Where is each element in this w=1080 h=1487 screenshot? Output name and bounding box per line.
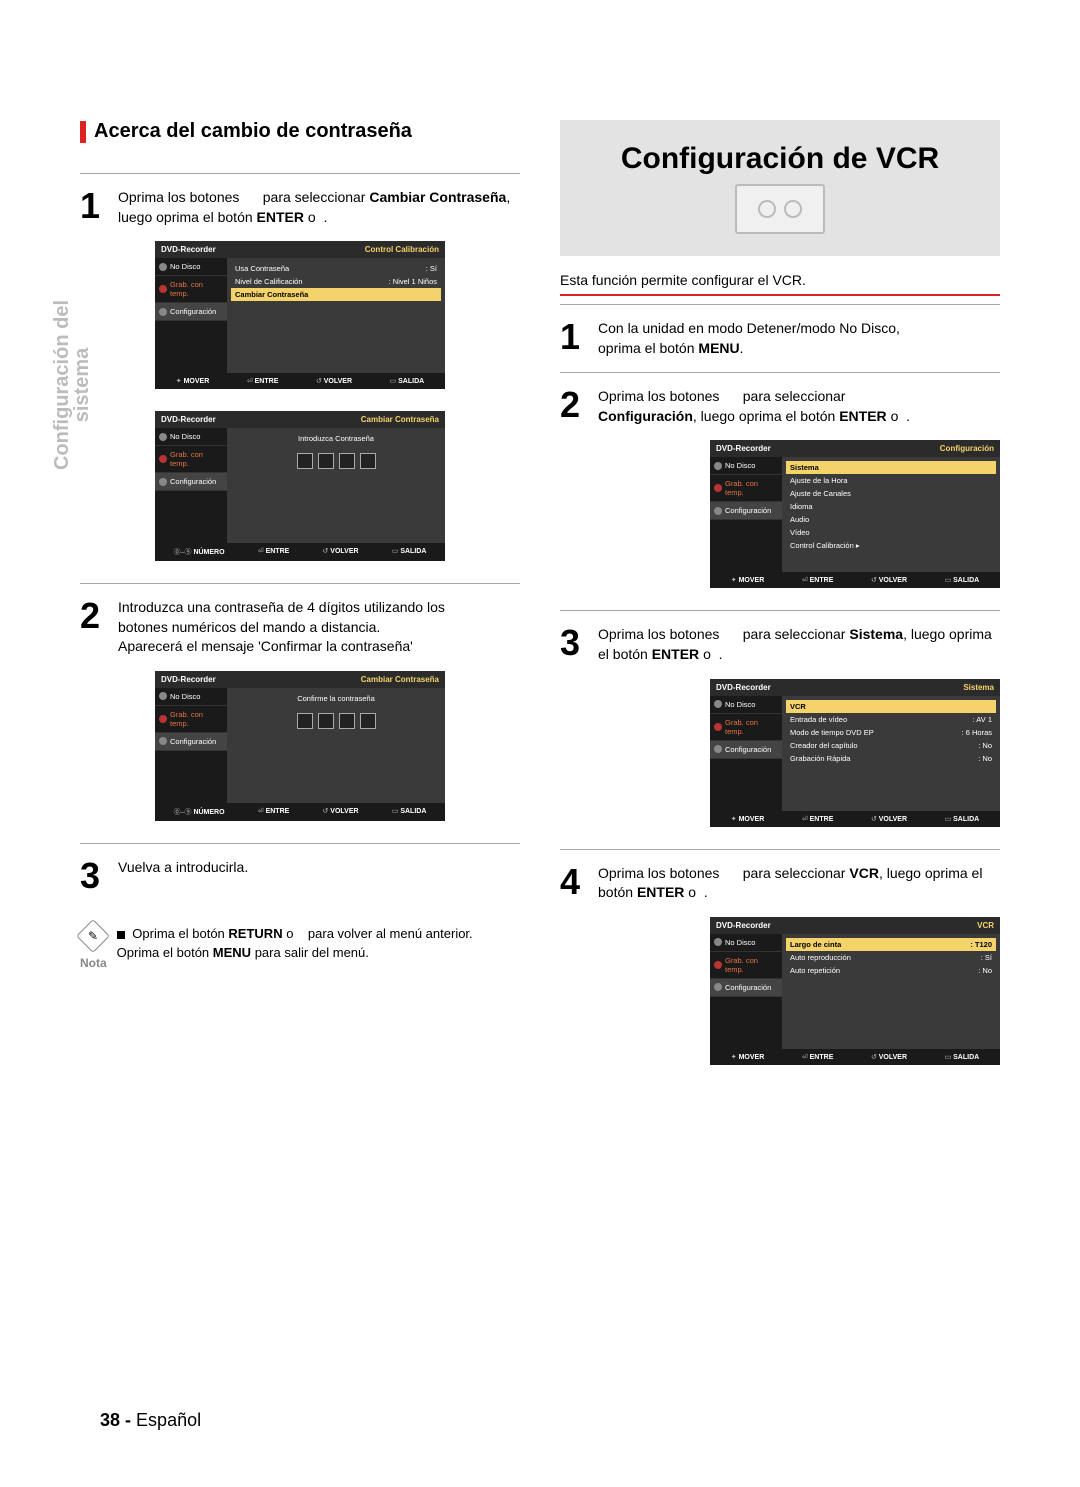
red-divider xyxy=(560,294,1000,296)
osd-screenshot-2: DVD-Recorder Cambiar Contraseña No Disco… xyxy=(155,411,445,561)
right-step-3: 3 Oprima los botones para seleccionar Si… xyxy=(560,625,1000,664)
divider xyxy=(560,372,1000,373)
osd-footer: ✦ MOVER ⏎ ENTRE ↺ VOLVER ▭ SALIDA xyxy=(155,373,445,389)
osd-screenshot-6: DVD-Recorder VCR No Disco Grab. con temp… xyxy=(710,917,1000,1065)
osd-screenshot-5: DVD-Recorder Sistema No Disco Grab. con … xyxy=(710,679,1000,827)
password-digit-box xyxy=(360,453,376,469)
osd-main: Usa Contraseña: Sí Nivel de Calificación… xyxy=(227,258,445,373)
divider xyxy=(560,849,1000,850)
right-intro: Esta función permite configurar el VCR. xyxy=(560,272,1000,288)
osd-screenshot-1: DVD-Recorder Control Calibración No Disc… xyxy=(155,241,445,389)
osd-sidebar: No Disco Grab. con temp. Configuración xyxy=(155,258,227,373)
gear-icon xyxy=(714,983,722,991)
password-digit-box xyxy=(318,453,334,469)
password-digit-box xyxy=(360,713,376,729)
gear-icon xyxy=(159,478,167,486)
right-step-2: 2 Oprima los botones para seleccionar Co… xyxy=(560,387,1000,426)
osd-title: DVD-Recorder xyxy=(161,245,216,254)
bullet-icon xyxy=(117,931,125,939)
gear-icon xyxy=(159,737,167,745)
left-step-3: 3 Vuelva a introducirla. xyxy=(80,858,520,894)
osd-crumb: Control Calibración xyxy=(365,245,439,254)
step-number: 1 xyxy=(80,188,108,224)
gear-icon xyxy=(714,745,722,753)
password-digit-box xyxy=(339,713,355,729)
password-digit-box xyxy=(318,713,334,729)
gear-icon xyxy=(159,308,167,316)
osd-screenshot-3: DVD-Recorder Cambiar Contraseña No Disco… xyxy=(155,671,445,821)
reel-icon xyxy=(784,200,802,218)
note-icon: ✎ xyxy=(76,919,110,953)
divider xyxy=(560,304,1000,305)
left-heading-row: Acerca del cambio de contraseña xyxy=(80,120,520,143)
disc-icon xyxy=(714,462,722,470)
left-column: Acerca del cambio de contraseña 1 Oprima… xyxy=(80,120,520,1087)
password-boxes xyxy=(231,445,441,477)
right-big-title: Configuración de VCR xyxy=(570,142,990,176)
page-footer: 38 - Español xyxy=(100,1410,201,1431)
left-step-1: 1 Oprima los botones para seleccionar Ca… xyxy=(80,188,520,227)
right-step-1: 1 Con la unidad en modo Detener/modo No … xyxy=(560,319,1000,358)
vhs-cassette-icon xyxy=(735,184,825,234)
password-digit-box xyxy=(297,453,313,469)
right-title-box: Configuración de VCR xyxy=(560,120,1000,256)
rec-icon xyxy=(159,285,167,293)
gear-icon xyxy=(714,507,722,515)
rec-icon xyxy=(159,455,167,463)
manual-page: Acerca del cambio de contraseña 1 Oprima… xyxy=(0,0,1080,1147)
section-tab-vertical: Configuración del sistema xyxy=(52,300,92,470)
note-block: ✎ Nota Oprima el botón RETURN o para vol… xyxy=(80,924,520,970)
disc-icon xyxy=(159,692,167,700)
left-step-2: 2 Introduzca una contraseña de 4 dígitos… xyxy=(80,598,520,657)
left-heading: Acerca del cambio de contraseña xyxy=(94,120,412,143)
note-text: Oprima el botón RETURN o para volver al … xyxy=(117,924,520,963)
password-digit-box xyxy=(297,713,313,729)
divider xyxy=(560,610,1000,611)
divider xyxy=(80,173,520,174)
divider xyxy=(80,583,520,584)
rec-icon xyxy=(159,715,167,723)
rec-icon xyxy=(714,961,722,969)
red-bar-icon xyxy=(80,121,86,143)
osd-screenshot-4: DVD-Recorder Configuración No Disco Grab… xyxy=(710,440,1000,588)
step-text: Oprima los botones para seleccionar Camb… xyxy=(118,188,520,227)
disc-icon xyxy=(714,700,722,708)
divider xyxy=(80,843,520,844)
disc-icon xyxy=(159,433,167,441)
reel-icon xyxy=(758,200,776,218)
right-column: Configuración de VCR Esta función permit… xyxy=(560,120,1000,1087)
rec-icon xyxy=(714,723,722,731)
disc-icon xyxy=(714,938,722,946)
rec-icon xyxy=(714,484,722,492)
password-digit-box xyxy=(339,453,355,469)
right-step-4: 4 Oprima los botones para seleccionar VC… xyxy=(560,864,1000,903)
disc-icon xyxy=(159,263,167,271)
